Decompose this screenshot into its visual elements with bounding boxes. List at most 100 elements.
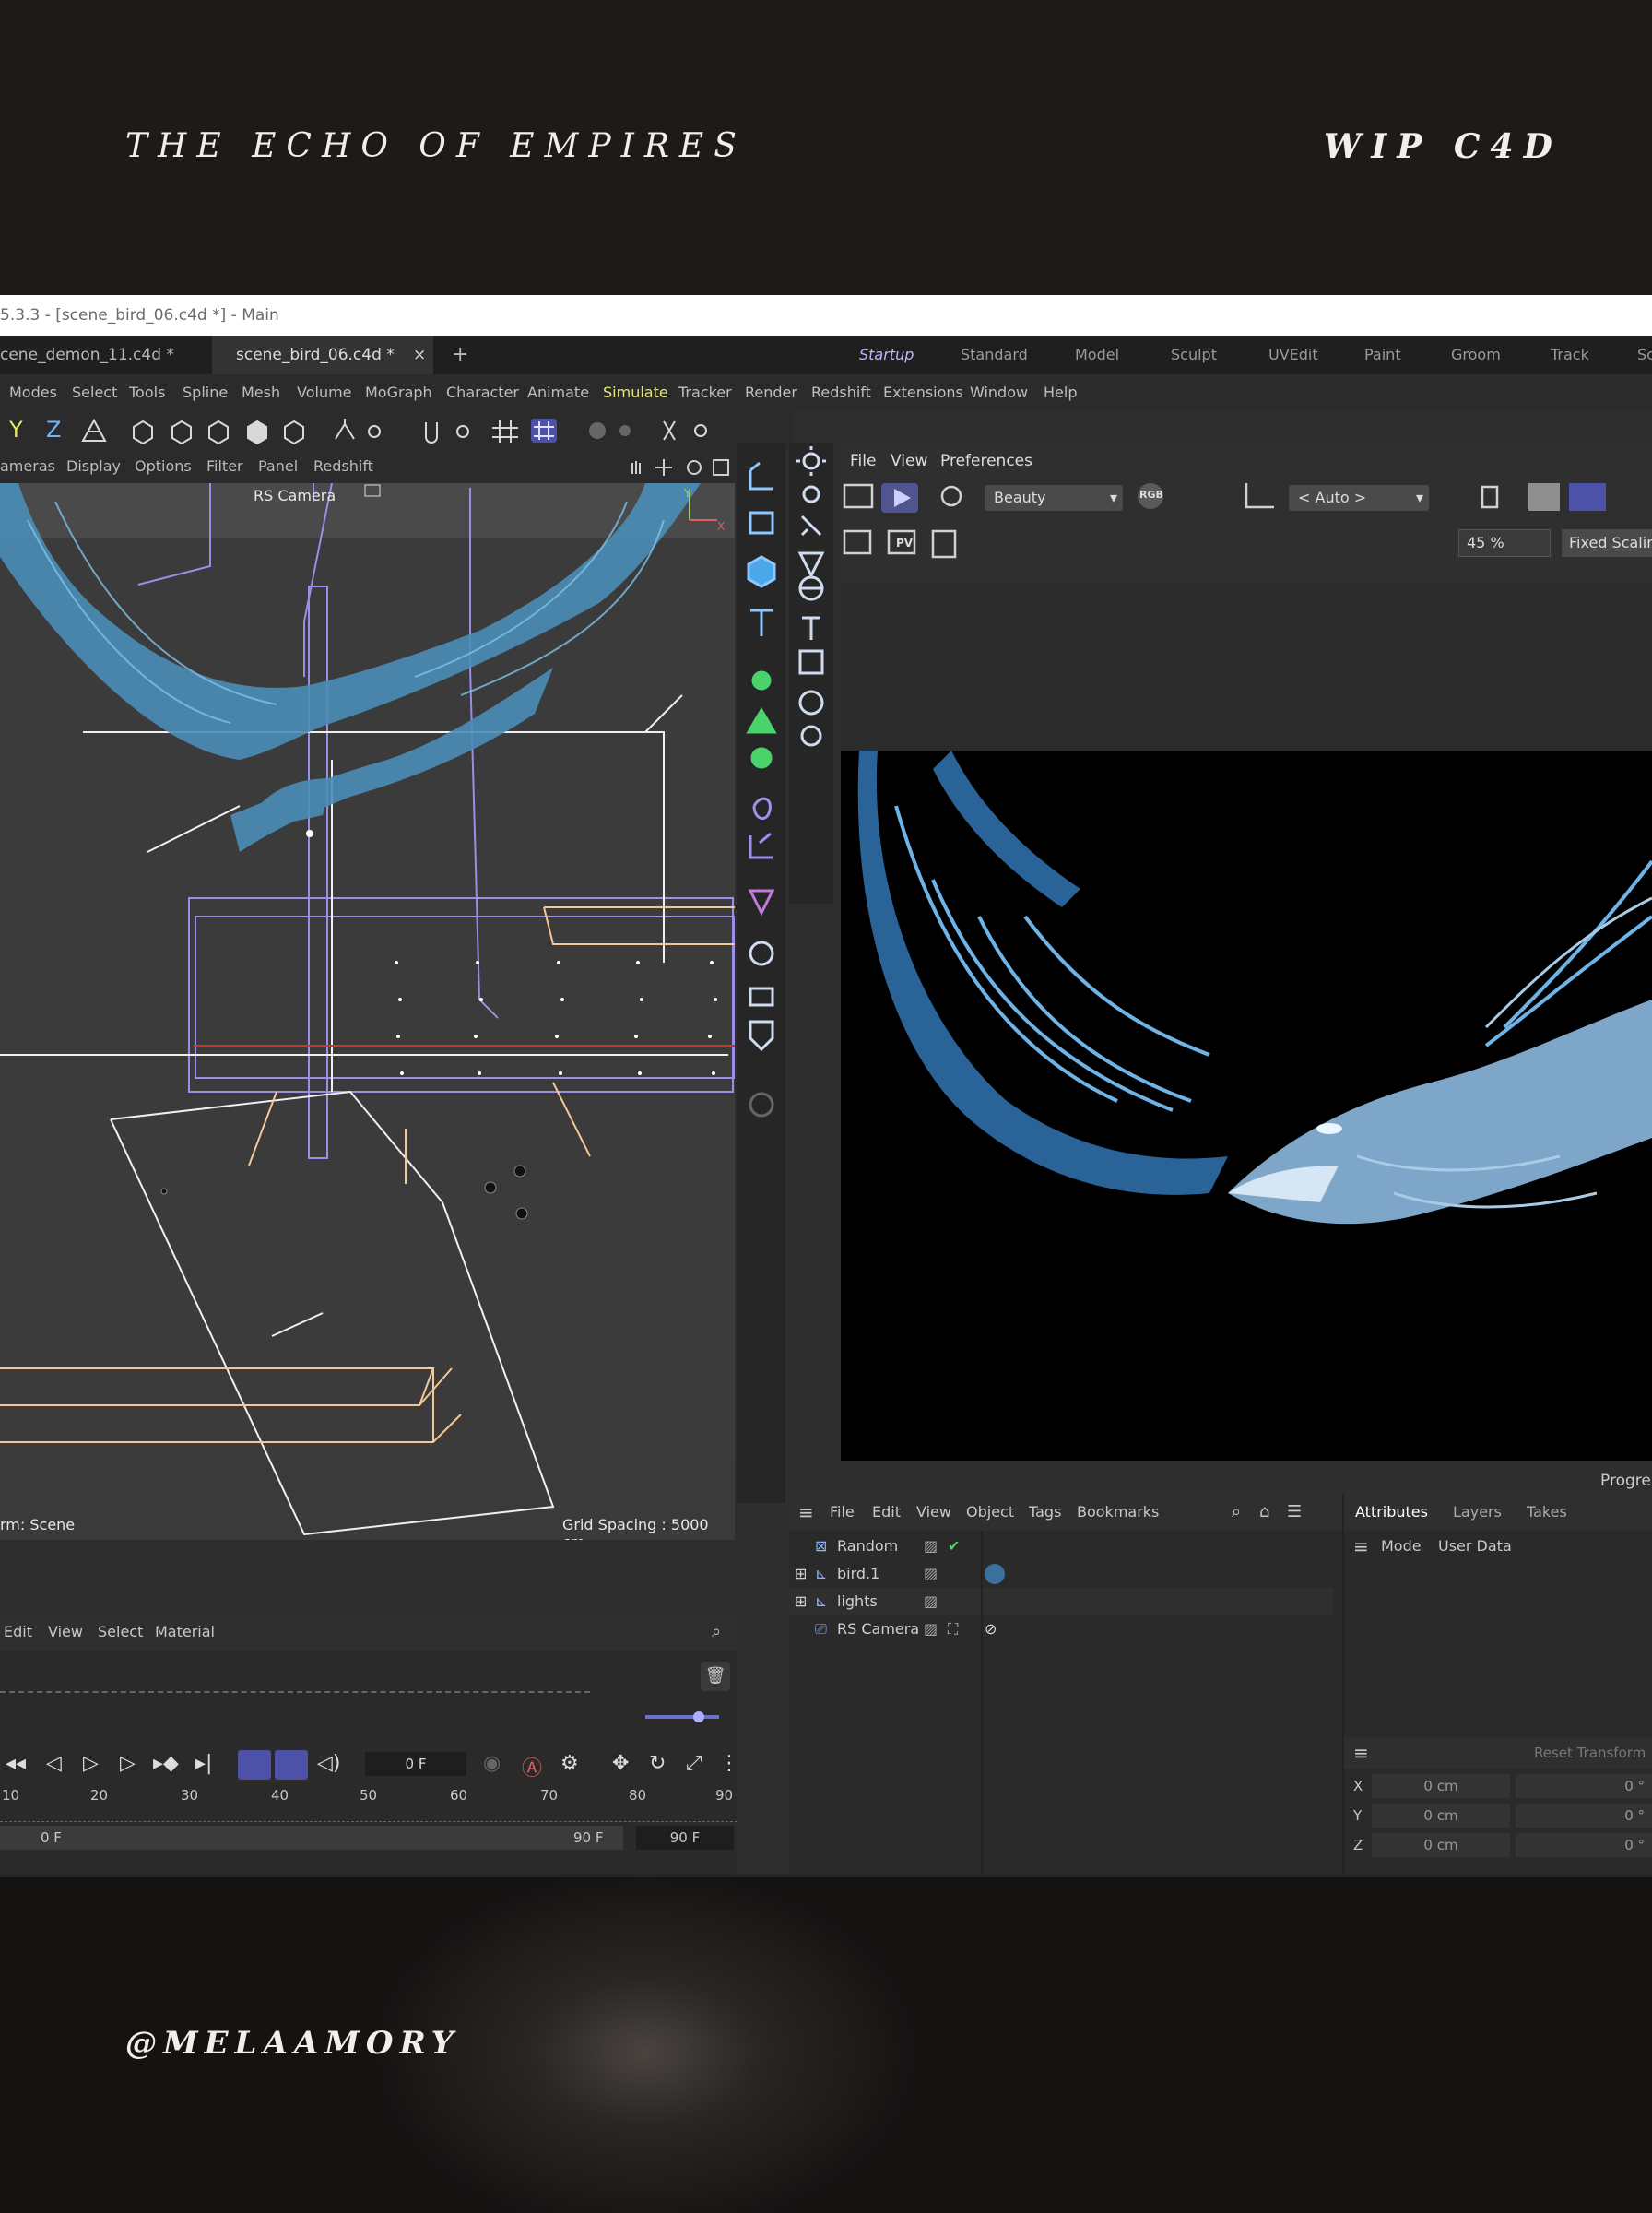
rgb-badge[interactable]: RGB [1139,489,1163,501]
expand-icon[interactable]: ⊞ [795,1560,807,1588]
edit-toggle-icon[interactable]: ▨ [924,1533,938,1560]
zoom-slider-handle[interactable] [693,1711,704,1722]
layout-uvedit[interactable]: UVEdit [1268,336,1318,374]
aov-dropdown[interactable]: Beauty ▾ [985,485,1123,511]
vp-menu-panel[interactable]: Panel [258,450,298,483]
layout-model[interactable]: Model [1075,336,1119,374]
layout-track[interactable]: Track [1551,336,1589,374]
position-field[interactable]: 0 cm [1372,1774,1510,1798]
vp-menu-redshift[interactable]: Redshift [313,450,373,483]
next-key-icon[interactable]: ▷ [120,1752,136,1775]
add-tab-icon[interactable]: + [442,336,468,374]
move-key-icon[interactable]: ✥ [612,1752,629,1775]
rotation-field[interactable]: 0 ° [1516,1833,1652,1857]
vp-menu-display[interactable]: Display [66,450,121,483]
vp-menu-cameras[interactable]: ameras [0,450,55,483]
autokey-icon[interactable]: Ⓐ [522,1752,542,1781]
loop-button[interactable] [238,1750,271,1780]
filter-icon[interactable]: ☰ [1287,1494,1302,1531]
max-frame-field[interactable]: 90 F [636,1826,734,1850]
menu-help[interactable]: Help [1044,374,1077,411]
reset-transform-button[interactable]: Reset Transform [1534,1737,1646,1769]
keyframe-settings-icon[interactable]: ⚙ [560,1752,579,1775]
search-icon[interactable]: ⌕ [1232,1494,1241,1531]
menu-redshift[interactable]: Redshift [811,374,871,411]
home-icon[interactable]: ⌂ [1259,1494,1269,1531]
menu-mesh[interactable]: Mesh [242,374,280,411]
position-field[interactable]: 0 cm [1372,1833,1510,1857]
layout-standard[interactable]: Standard [961,336,1028,374]
menu-spline[interactable]: Spline [183,374,228,411]
layout-groom[interactable]: Groom [1451,336,1501,374]
check-icon[interactable]: ✔ [948,1533,960,1560]
play-icon[interactable]: ▷ [83,1752,99,1775]
first-frame-icon[interactable]: ◂◂ [6,1752,26,1775]
tab-layers[interactable]: Layers [1453,1494,1502,1531]
close-tab-icon[interactable]: × [413,336,426,374]
tab-scene-demon[interactable]: cene_demon_11.c4d * [0,336,203,374]
edit-toggle-icon[interactable]: ▨ [924,1615,938,1643]
object-row[interactable]: ⊠ Random ▨ ✔ [789,1533,1333,1560]
menu-simulate[interactable]: Simulate [603,374,668,411]
rotation-field[interactable]: 0 ° [1516,1774,1652,1798]
range-bar[interactable]: 0 F 90 F [0,1826,623,1850]
om-menu-bookmarks[interactable]: Bookmarks [1077,1494,1159,1531]
next-frame-icon[interactable]: ▸◆ [153,1752,179,1775]
om-menu-object[interactable]: Object [966,1494,1014,1531]
preview-range-button[interactable] [275,1750,308,1780]
rotation-field[interactable]: 0 ° [1516,1804,1652,1828]
menu-tools[interactable]: Tools [129,374,165,411]
scale-key-icon[interactable]: ⤢ [686,1752,702,1775]
layout-paint[interactable]: Paint [1364,336,1401,374]
object-row[interactable]: ⊞ ⊾ lights ▨ [789,1588,1333,1615]
mat-menu-material[interactable]: Material [155,1614,215,1651]
expand-icon[interactable]: ⊞ [795,1588,807,1615]
attr-mode[interactable]: Mode [1381,1531,1422,1562]
sound-icon[interactable]: ◁) [317,1752,341,1775]
edit-toggle-icon[interactable]: ▨ [924,1560,938,1588]
menu-character[interactable]: Character [446,374,519,411]
menu-window[interactable]: Window [970,374,1028,411]
tab-attributes[interactable]: Attributes [1355,1494,1428,1531]
menu-select[interactable]: Select [72,374,117,411]
3d-viewport[interactable]: RS Camera Y X rm: Scene Grid Spacing : 5… [0,483,735,1540]
timeline-ruler[interactable]: 10 20 30 40 50 60 70 80 90 [0,1785,738,1822]
layout-sculpt[interactable]: Sculpt [1171,336,1217,374]
vp-menu-options[interactable]: Options [135,450,192,483]
object-row[interactable]: ⊞ ⊾ bird.1 ▨ [789,1560,1333,1588]
menu-animate[interactable]: Animate [527,374,589,411]
object-row[interactable]: ⎚ RS Camera ▨ ⛶ ⊘ [789,1615,1333,1643]
menu-modes[interactable]: Modes [9,374,57,411]
protection-tag-icon[interactable]: ⊘ [985,1615,997,1643]
mat-menu-select[interactable]: Select [98,1614,143,1651]
current-frame-field[interactable]: 0 F [365,1752,466,1776]
material-tag-icon[interactable] [985,1564,1005,1584]
om-menu-view[interactable]: View [916,1494,951,1531]
layout-startup[interactable]: Startup [859,336,914,374]
menu-extensions[interactable]: Extensions [883,374,963,411]
mat-menu-view[interactable]: View [48,1614,83,1651]
zoom-field[interactable]: 45 % [1458,529,1551,557]
edit-toggle-icon[interactable]: ▨ [924,1588,938,1615]
param-key-icon[interactable]: ⋮ [719,1752,739,1775]
prev-key-icon[interactable]: ◁ [46,1752,62,1775]
record-icon[interactable]: ◉ [483,1752,501,1775]
menu-render[interactable]: Render [745,374,797,411]
om-menu-tags[interactable]: Tags [1029,1494,1061,1531]
search-icon[interactable]: ⌕ [712,1614,721,1651]
hamburger-icon[interactable]: ≡ [798,1494,814,1531]
layout-more[interactable]: Sc [1637,336,1652,374]
rotate-key-icon[interactable]: ↻ [649,1752,666,1775]
scaling-button[interactable]: Fixed Scalin [1562,529,1652,557]
hamburger-icon[interactable]: ≡ [1353,1531,1369,1562]
om-menu-file[interactable]: File [830,1494,855,1531]
camera-dropdown[interactable]: < Auto > ▾ [1289,485,1429,511]
trash-icon[interactable]: 🗑 [701,1662,730,1691]
menu-tracker[interactable]: Tracker [678,374,732,411]
target-tag-icon[interactable]: ⛶ [948,1615,958,1643]
om-menu-edit[interactable]: Edit [872,1494,901,1531]
mat-menu-edit[interactable]: Edit [4,1614,32,1651]
vp-menu-filter[interactable]: Filter [206,450,243,483]
menu-volume[interactable]: Volume [297,374,352,411]
tab-takes[interactable]: Takes [1527,1494,1567,1531]
